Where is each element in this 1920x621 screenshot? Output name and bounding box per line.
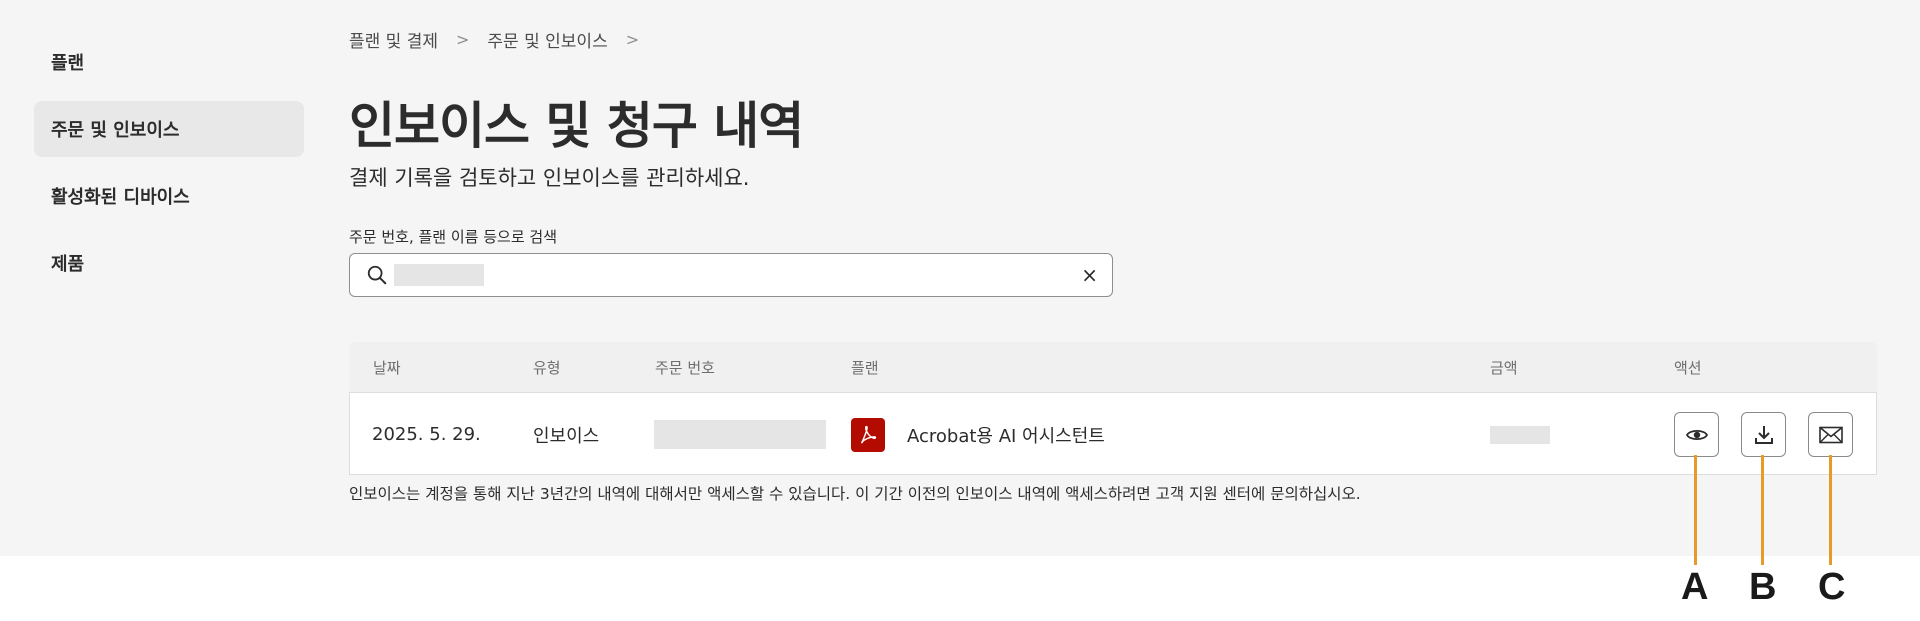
email-invoice-button[interactable] xyxy=(1808,412,1853,457)
column-header-order-number: 주문 번호 xyxy=(655,359,715,377)
table-row: 2025. 5. 29. 인보이스 Acrobat용 AI 어시스턴트 xyxy=(349,392,1877,475)
cell-type: 인보이스 xyxy=(533,393,599,476)
search-input[interactable] xyxy=(394,264,484,286)
view-eye-icon xyxy=(1685,429,1708,440)
page-subtitle: 결제 기록을 검토하고 인보이스를 관리하세요. xyxy=(349,166,750,190)
search-box: × xyxy=(349,253,1113,297)
cell-plan: Acrobat용 AI 어시스턴트 xyxy=(851,393,1105,476)
footnote: 인보이스는 계정을 통해 지난 3년간의 내역에 대해서만 액세스할 수 있습니… xyxy=(349,485,1361,503)
sidebar-item-plans[interactable]: 플랜 xyxy=(34,34,304,90)
app-frame: 플랜 주문 및 인보이스 활성화된 디바이스 제품 플랜 및 결제 > 주문 및… xyxy=(0,0,1920,556)
breadcrumb: 플랜 및 결제 > 주문 및 인보이스 > xyxy=(349,27,657,52)
sidebar: 플랜 주문 및 인보이스 활성화된 디바이스 제품 xyxy=(34,34,304,302)
invoice-date: 2025. 5. 29. xyxy=(372,424,481,445)
callout-label-c: C xyxy=(1818,566,1846,608)
cell-date: 2025. 5. 29. xyxy=(372,393,481,476)
amount-redacted xyxy=(1490,425,1550,444)
email-envelope-icon xyxy=(1818,426,1843,443)
callout-label-b: B xyxy=(1749,566,1777,608)
sidebar-item-products[interactable]: 제품 xyxy=(34,235,304,291)
breadcrumb-orders-invoices[interactable]: 주문 및 인보이스 xyxy=(487,27,607,52)
plan-name: Acrobat용 AI 어시스턴트 xyxy=(907,425,1105,447)
column-header-date: 날짜 xyxy=(373,359,401,377)
acrobat-pdf-icon xyxy=(851,417,885,452)
callout-line-b xyxy=(1761,455,1764,565)
table-header: 날짜 유형 주문 번호 플랜 금액 액션 xyxy=(349,342,1877,392)
invoice-type: 인보이스 xyxy=(533,425,600,447)
column-header-actions: 액션 xyxy=(1674,359,1702,377)
search-icon xyxy=(367,265,387,285)
page-title: 인보이스 및 청구 내역 xyxy=(349,97,804,155)
callout-label-a: A xyxy=(1681,566,1709,608)
breadcrumb-plans-billing[interactable]: 플랜 및 결제 xyxy=(349,27,438,52)
sidebar-item-label: 활성화된 디바이스 xyxy=(51,187,190,208)
sidebar-item-label: 제품 xyxy=(51,254,85,275)
breadcrumb-separator: > xyxy=(456,30,470,49)
breadcrumb-separator: > xyxy=(625,30,640,49)
column-header-plan: 플랜 xyxy=(851,359,879,377)
cell-amount xyxy=(1490,393,1550,476)
clear-search-button[interactable]: × xyxy=(1081,264,1098,286)
sidebar-item-label: 주문 및 인보이스 xyxy=(51,120,180,141)
column-header-type: 유형 xyxy=(533,359,561,377)
callout-line-a xyxy=(1694,455,1697,565)
order-number-redacted xyxy=(654,420,826,449)
download-icon xyxy=(1754,425,1773,444)
invoice-table: 날짜 유형 주문 번호 플랜 금액 액션 2025. 5. 29. 인보이스 A… xyxy=(349,342,1877,475)
download-invoice-button[interactable] xyxy=(1741,412,1786,457)
callout-line-c xyxy=(1829,455,1832,565)
sidebar-item-label: 플랜 xyxy=(51,53,85,74)
sidebar-item-active-devices[interactable]: 활성화된 디바이스 xyxy=(34,168,304,224)
sidebar-item-orders-invoices[interactable]: 주문 및 인보이스 xyxy=(34,101,304,157)
cell-order-number xyxy=(654,393,826,476)
column-header-amount: 금액 xyxy=(1490,359,1518,377)
view-invoice-button[interactable] xyxy=(1674,412,1719,457)
search-label: 주문 번호, 플랜 이름 등으로 검색 xyxy=(349,228,558,246)
